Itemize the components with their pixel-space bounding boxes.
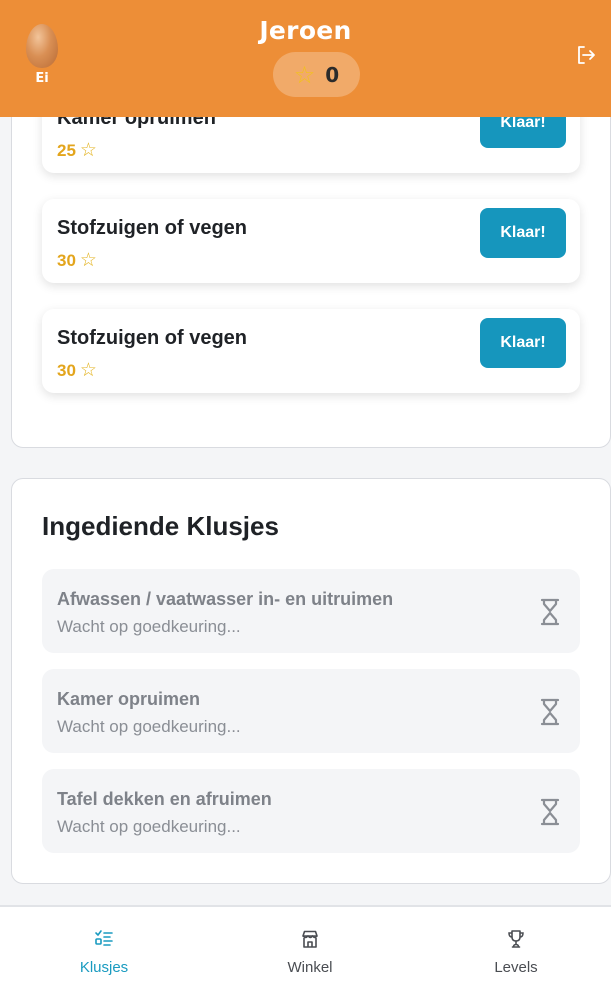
chore-points-value: 30 <box>57 250 76 270</box>
nav-label: Levels <box>494 959 538 976</box>
chore-card: Stofzuigen of vegen 30 ☆ Klaar! <box>42 309 580 393</box>
hourglass-icon <box>540 798 560 826</box>
submitted-item: Tafel dekken en afruimen Wacht op goedke… <box>42 769 580 853</box>
chore-title: Stofzuigen of vegen <box>57 327 247 349</box>
nav-item-winkel[interactable]: Winkel <box>208 907 412 998</box>
section-title: Ingediende Klusjes <box>42 511 279 541</box>
submitted-item-title: Tafel dekken en afruimen <box>57 789 272 809</box>
nav-item-levels[interactable]: Levels <box>414 907 611 998</box>
submitted-item: Afwassen / vaatwasser in- en uitruimen W… <box>42 569 580 653</box>
done-button[interactable]: Klaar! <box>480 208 566 258</box>
points-badge: ☆ 0 <box>273 52 360 97</box>
star-icon: ☆ <box>79 360 97 381</box>
app-header: Ei Jeroen ☆ 0 <box>0 0 611 117</box>
star-icon: ☆ <box>293 60 316 89</box>
submitted-item: Kamer opruimen Wacht op goedkeuring... <box>42 669 580 753</box>
avatar-label: Ei <box>35 71 49 86</box>
star-icon: ☆ <box>79 140 97 161</box>
submitted-item-status: Wacht op goedkeuring... <box>57 817 241 836</box>
nav-label: Klusjes <box>79 959 129 976</box>
star-icon: ☆ <box>79 250 97 271</box>
chore-points-value: 30 <box>57 360 76 380</box>
points-value: 0 <box>325 62 340 87</box>
list-check-icon <box>95 930 113 946</box>
bottom-nav: Klusjes Winkel Levels <box>0 905 611 998</box>
user-name: Jeroen <box>259 16 352 45</box>
trophy-icon <box>508 930 524 948</box>
hourglass-icon <box>540 698 560 726</box>
chores-card: Kamer opruimen 25 ☆ Klaar! Stofzuigen of… <box>11 60 611 448</box>
chore-points: 30 ☆ <box>57 359 97 382</box>
chore-points: 25 ☆ <box>57 139 97 162</box>
chore-card: Stofzuigen of vegen 30 ☆ Klaar! <box>42 199 580 283</box>
hourglass-icon <box>540 598 560 626</box>
logout-icon[interactable] <box>575 44 597 66</box>
submitted-item-title: Afwassen / vaatwasser in- en uitruimen <box>57 589 394 609</box>
submitted-item-title: Kamer opruimen <box>57 689 201 709</box>
nav-item-klusjes[interactable]: Klusjes <box>2 907 206 998</box>
done-button[interactable]: Klaar! <box>480 318 566 368</box>
submitted-item-status: Wacht op goedkeuring... <box>57 617 241 636</box>
submitted-item-status: Wacht op goedkeuring... <box>57 717 241 736</box>
chore-points: 30 ☆ <box>57 249 97 272</box>
submitted-chores-card: Ingediende Klusjes Afwassen / vaatwasser… <box>11 478 611 884</box>
chore-points-value: 25 <box>57 140 76 160</box>
chore-title: Stofzuigen of vegen <box>57 217 247 239</box>
store-icon <box>302 930 318 948</box>
nav-label: Winkel <box>287 959 333 976</box>
